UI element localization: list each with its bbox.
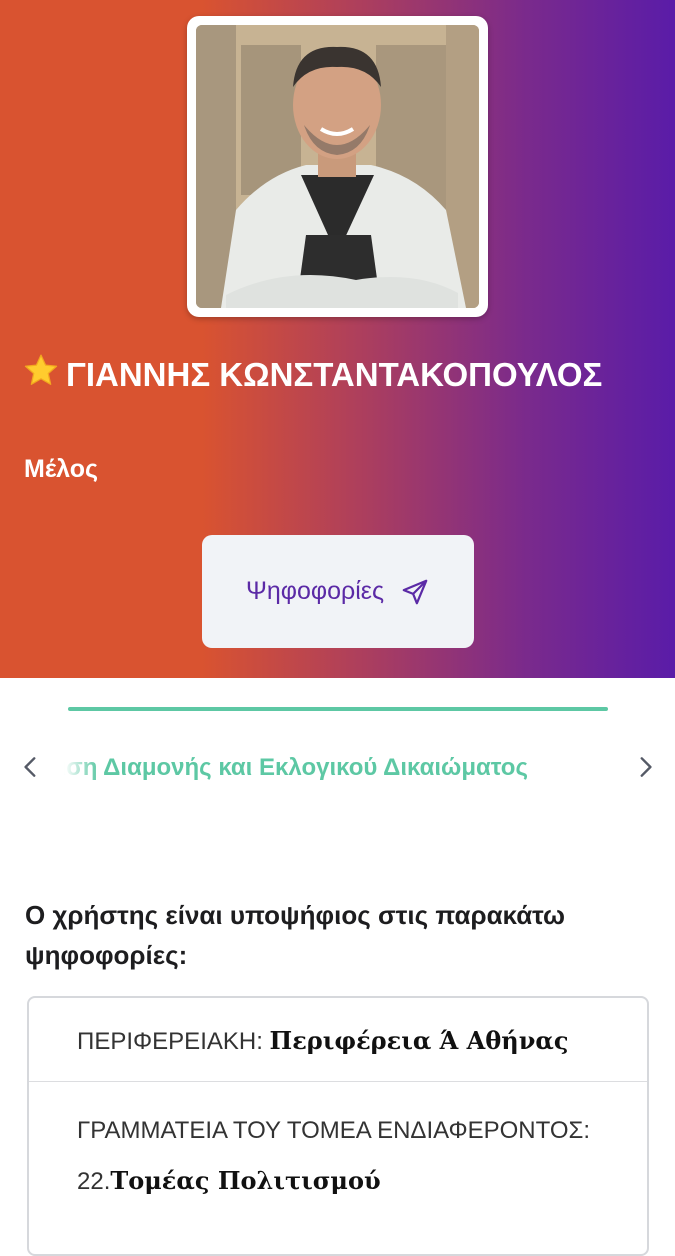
tab-fade-left [64,740,98,796]
tab-prev-button[interactable] [14,750,48,784]
votes-button-label: Ψηφοφορίες [246,577,384,605]
star-icon [24,354,58,385]
tab-carousel: Ρύθμιση Διαμονής και Εκλογικού Δικαιώματ… [0,740,675,796]
profile-role: Μέλος [24,455,98,483]
tab-fade-right [578,740,612,796]
tab-next-button[interactable] [628,750,662,784]
active-tab-indicator [68,707,608,711]
profile-name: ΓΙΑΝΝΗΣ ΚΩΝΣΤΑΝΤΑΚΟΠΟΥΛΟΣ [22,352,662,396]
list-item-value: Τομέας Πολιτισμού [110,1166,381,1195]
candidate-heading: Ο χρήστης είναι υποψήφιος στις παρακάτω … [25,900,566,970]
tab-active-label[interactable]: Ρύθμιση Διαμονής και Εκλογικού Δικαιώματ… [64,754,528,782]
candidacy-list: ΠΕΡΙΦΕΡΕΙΑΚΗ: Περιφέρεια Ά Αθήνας ΓΡΑΜΜΑ… [27,996,649,1256]
list-item: ΓΡΑΜΜΑΤΕΙΑ ΤΟΥ ΤΟΜΕΑ ΕΝΔΙΑΦΕΡΟΝΤΟΣ: 22.Τ… [29,1082,647,1252]
profile-photo-frame [187,16,488,317]
profile-header: ΓΙΑΝΝΗΣ ΚΩΝΣΤΑΝΤΑΚΟΠΟΥΛΟΣ Μέλος Ψηφοφορί… [0,0,675,678]
profile-name-text: ΓΙΑΝΝΗΣ ΚΩΝΣΤΑΝΤΑΚΟΠΟΥΛΟΣ [66,356,603,393]
list-item: ΠΕΡΙΦΕΡΕΙΑΚΗ: Περιφέρεια Ά Αθήνας [29,998,647,1082]
send-icon [402,579,428,604]
profile-photo [196,25,479,308]
list-item-value: Περιφέρεια Ά Αθήνας [269,1026,569,1055]
votes-button[interactable]: Ψηφοφορίες [202,535,474,648]
list-item-prefix: ΠΕΡΙΦΕΡΕΙΑΚΗ: [77,1028,270,1055]
tab-viewport: Ρύθμιση Διαμονής και Εκλογικού Δικαιώματ… [64,740,612,796]
chevron-right-icon [640,757,652,777]
chevron-left-icon [24,757,36,777]
